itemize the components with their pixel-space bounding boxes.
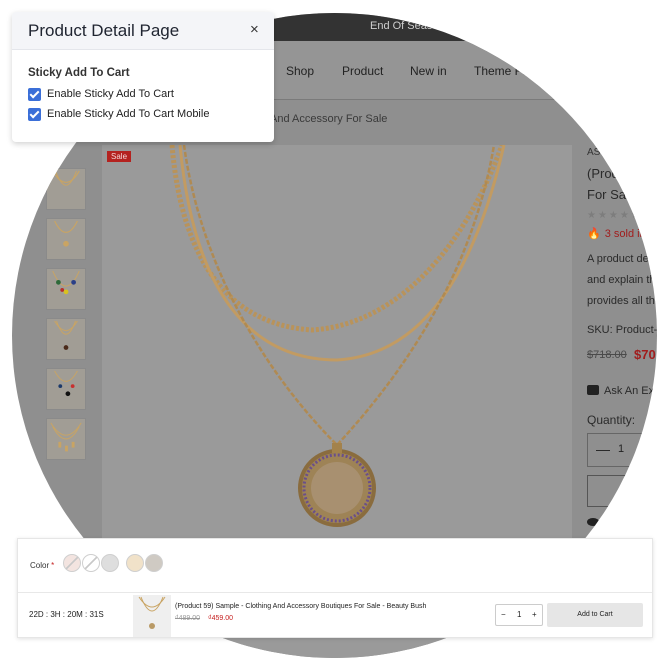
color-swatch[interactable] — [63, 554, 81, 572]
sold-text: 3 sold in — [604, 228, 646, 240]
description-line: A product de — [587, 253, 649, 265]
nav-item-shop[interactable]: Shop — [286, 64, 314, 78]
add-to-cart-button[interactable] — [587, 475, 657, 507]
section-title: Sticky Add To Cart — [28, 67, 130, 79]
sticky-quantity-increase-button[interactable]: + — [532, 610, 537, 619]
color-swatch[interactable] — [126, 554, 144, 572]
product-brand: AS — [587, 147, 601, 158]
color-label-text: Color — [30, 561, 50, 570]
product-thumbnail[interactable] — [46, 368, 86, 410]
enable-sticky-add-to-cart-mobile-option[interactable]: Enable Sticky Add To Cart Mobile — [28, 108, 258, 124]
checkbox-checked[interactable] — [28, 88, 41, 101]
description-line: provides all the — [587, 295, 657, 307]
countdown-timer: 22D : 3H : 20M : 31S — [29, 610, 104, 619]
sticky-divider — [18, 592, 652, 593]
sticky-quantity-stepper[interactable]: − 1 + — [495, 604, 543, 626]
ask-expert-label: Ask An Ex — [604, 385, 655, 397]
checkbox-label: Enable Sticky Add To Cart Mobile — [47, 108, 210, 120]
color-label: Color * — [30, 561, 54, 570]
sale-price: $70 — [634, 347, 656, 362]
original-price: $718.00 — [587, 349, 627, 361]
panel-header: Product Detail Page × — [12, 12, 274, 50]
color-swatch[interactable] — [101, 554, 119, 572]
sticky-original-price: ₫489.00 — [175, 615, 201, 622]
product-sku: SKU: Product- — [587, 324, 657, 336]
settings-panel: Product Detail Page × Sticky Add To Cart… — [12, 12, 274, 142]
sticky-sale-price: ₫459.00 — [208, 615, 234, 622]
nav-item-product[interactable]: Product — [342, 64, 383, 78]
checkbox-checked[interactable] — [28, 108, 41, 121]
sticky-add-to-cart-button[interactable]: Add to Cart — [547, 603, 643, 627]
product-title-line: For Sa — [587, 187, 627, 202]
quantity-stepper[interactable]: — 1 — [587, 433, 657, 467]
sticky-add-to-cart-bar: Color * 22D : 3H : 20M : 31S (Product 59)… — [17, 538, 653, 638]
quantity-label: Quantity: — [587, 413, 636, 427]
product-thumbnail[interactable] — [46, 318, 86, 360]
description-line: and explain th — [587, 274, 656, 286]
sticky-quantity-decrease-button[interactable]: − — [501, 610, 506, 619]
eye-icon — [587, 518, 599, 526]
panel-title: Product Detail Page — [28, 21, 180, 40]
quantity-decrease-button[interactable]: — — [596, 441, 610, 457]
close-icon[interactable]: × — [250, 21, 259, 38]
sale-badge: Sale — [107, 151, 132, 162]
color-swatch[interactable] — [145, 554, 163, 572]
sold-indicator: 🔥 3 sold in — [587, 227, 646, 240]
sticky-product-thumbnail — [133, 595, 171, 637]
nav-item-new-in[interactable]: New in — [410, 64, 447, 78]
flame-icon: 🔥 — [587, 228, 601, 240]
color-swatch[interactable] — [82, 554, 100, 572]
rating-stars: ★★★★★ — [587, 210, 642, 221]
product-title-line: (Prod — [587, 166, 619, 181]
product-thumbnail[interactable] — [46, 418, 86, 460]
enable-sticky-add-to-cart-option[interactable]: Enable Sticky Add To Cart — [28, 88, 258, 104]
sticky-product-title: (Product 59) Sample - Clothing And Acces… — [175, 603, 427, 610]
product-thumbnail[interactable] — [46, 168, 86, 210]
quantity-value[interactable]: 1 — [618, 443, 624, 455]
product-thumbnail[interactable] — [46, 268, 86, 310]
announcement-text: End Of Season — [370, 20, 445, 32]
nav-item-theme-features[interactable]: Theme Fe — [474, 64, 529, 78]
required-mark: * — [51, 561, 55, 570]
screenshot-stage: End Of Season Shop Product New in Theme … — [0, 0, 670, 670]
checkbox-label: Enable Sticky Add To Cart — [47, 88, 174, 100]
sticky-quantity-value[interactable]: 1 — [517, 610, 521, 619]
ask-expert-link[interactable]: Ask An Ex — [587, 385, 654, 397]
chat-bubble-icon — [587, 385, 599, 395]
product-thumbnail[interactable] — [46, 218, 86, 260]
breadcrumb[interactable]: And Accessory For Sale — [270, 113, 387, 125]
